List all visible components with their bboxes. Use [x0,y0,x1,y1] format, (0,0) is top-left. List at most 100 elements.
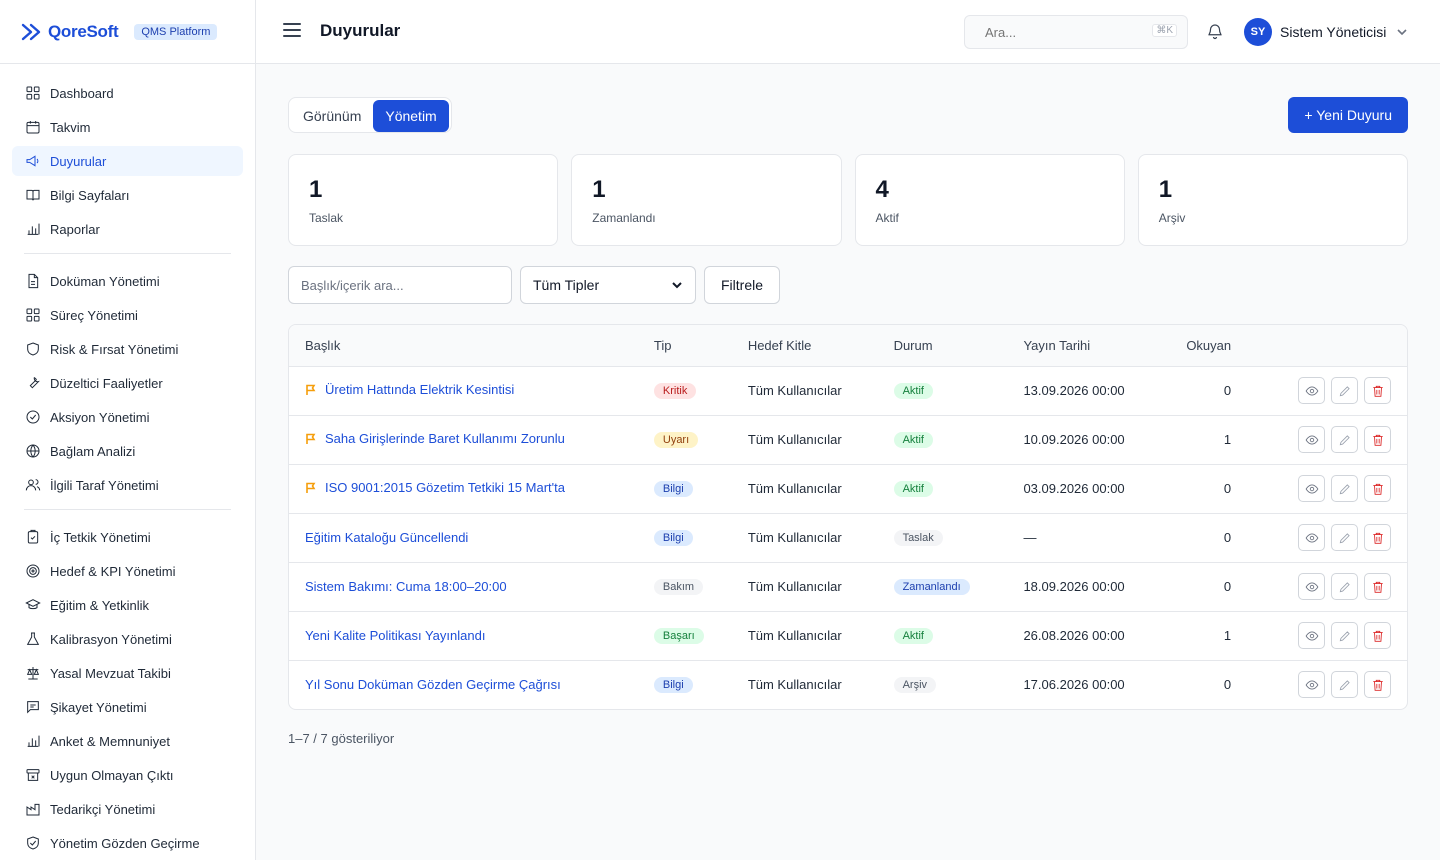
cell-type: Kritik [637,366,732,416]
cell-audience: Tüm Kullanıcılar [731,464,878,514]
sidebar-item-ilgili-taraf-yonetimi[interactable]: İlgili Taraf Yönetimi [12,470,243,500]
user-menu[interactable]: SY Sistem Yöneticisi [1244,18,1408,46]
sidebar-item-anket-memnuniyet[interactable]: Anket & Memnuniyet [12,726,243,756]
menu-toggle-icon[interactable] [283,23,301,41]
type-select[interactable]: Tüm Tipler [520,266,696,304]
table-row: Yıl Sonu Doküman Gözden Geçirme Çağrısı B… [289,660,1407,709]
type-badge: Bakım [653,579,704,595]
avatar: SY [1244,18,1272,46]
cell-title: Eğitim Kataloğu Güncellendi [289,513,638,563]
cell-status: Aktif [877,415,1008,465]
sidebar-item-label: Eğitim & Yetkinlik [50,597,149,613]
cell-status: Aktif [877,611,1008,661]
sidebar-item-label: Anket & Memnuniyet [50,733,170,749]
flask-icon [24,630,42,648]
cell-type: Bilgi [637,513,732,563]
sidebar-item-baglam-analizi[interactable]: Bağlam Analizi [12,436,243,466]
sidebar-item-sikayet-yonetimi[interactable]: Şikayet Yönetimi [12,692,243,722]
sidebar-item-egitim-yetkinlik[interactable]: Eğitim & Yetkinlik [12,590,243,620]
sidebar-divider [24,253,231,254]
cell-audience: Tüm Kullanıcılar [747,677,842,693]
edit-icon[interactable] [1331,475,1358,502]
sidebar-item-duzeltici-faaliyetler[interactable]: Düzeltici Faaliyetler [12,368,243,398]
announcement-title-link[interactable]: Yeni Kalite Politikası Yayınlandı [305,628,485,643]
column-header-status[interactable]: Durum [877,325,1008,367]
delete-icon[interactable] [1364,671,1391,699]
new-announcement-button[interactable]: + Yeni Duyuru [1288,97,1408,133]
status-badge: Aktif [893,628,933,644]
sidebar-item-risk-firsat-yonetimi[interactable]: Risk & Fırsat Yönetimi [12,334,243,364]
global-search[interactable]: ⌘K [964,15,1188,49]
column-header-readers[interactable]: Okuyan [1167,325,1248,367]
sidebar-item-uygun-olmayan-cikti[interactable]: Uygun Olmayan Çıktı [12,760,243,790]
view-icon[interactable] [1298,426,1325,453]
brand[interactable]: QoreSoft QMS Platform [0,0,255,64]
sidebar-item-kalibrasyon-yonetimi[interactable]: Kalibrasyon Yönetimi [12,624,243,654]
view-icon[interactable] [1298,524,1325,551]
announcement-title-link[interactable]: Yıl Sonu Doküman Gözden Geçirme Çağrısı [305,677,561,692]
sidebar-item-ic-tetkik-yonetimi[interactable]: İç Tetkik Yönetimi [12,522,243,552]
column-header-audience[interactable]: Hedef Kitle [731,325,878,367]
column-header-title[interactable]: Başlık [289,325,638,367]
announcement-title-link[interactable]: ISO 9001:2015 Gözetim Tetkiki 15 Mart'ta [305,480,565,495]
delete-icon[interactable] [1364,426,1391,453]
delete-icon[interactable] [1364,622,1391,649]
delete-icon[interactable] [1364,377,1391,404]
tab-gorunum[interactable]: Görünüm [291,100,373,132]
sidebar-item-dashboard[interactable]: Dashboard [12,78,243,108]
announcement-title-link[interactable]: Sistem Bakımı: Cuma 18:00–20:00 [305,579,507,594]
cell-audience: Tüm Kullanıcılar [731,513,878,563]
column-header-date[interactable]: Yayın Tarihi [1007,325,1168,367]
view-icon[interactable] [1298,622,1325,649]
view-icon[interactable] [1298,671,1325,699]
sidebar-item-yasal-mevzuat-takibi[interactable]: Yasal Mevzuat Takibi [12,658,243,688]
type-badge: Uyarı [653,432,699,448]
cell-title: Saha Girişlerinde Baret Kullanımı Zorunl… [289,415,638,465]
stat-label: Zamanlandı [592,211,656,225]
delete-icon[interactable] [1364,573,1391,600]
view-icon[interactable] [1298,475,1325,502]
sidebar-item-takvim[interactable]: Takvim [12,112,243,142]
title-search-input[interactable] [288,266,512,304]
announcement-title-link[interactable]: Üretim Hattında Elektrik Kesintisi [305,382,514,397]
sidebar-item-label: Yönetim Gözden Geçirme [50,835,200,851]
edit-icon[interactable] [1331,524,1358,551]
sidebar-item-hedef-kpi-yonetimi[interactable]: Hedef & KPI Yönetimi [12,556,243,586]
filter-button[interactable]: Filtrele [704,266,781,304]
sidebar-item-aksiyon-yonetimi[interactable]: Aksiyon Yönetimi [12,402,243,432]
grid-icon [24,306,42,324]
delete-icon[interactable] [1364,475,1391,502]
view-icon[interactable] [1298,377,1325,404]
edit-icon[interactable] [1331,671,1358,699]
edit-icon[interactable] [1331,426,1358,453]
bell-icon[interactable] [1206,22,1224,40]
delete-icon[interactable] [1364,524,1391,551]
globe-icon [24,442,42,460]
column-header-type[interactable]: Tip [637,325,732,367]
cell-date: — [1007,513,1168,563]
stats-row: 1 Taslak 1 Zamanlandı 4 Aktif 1 Arşiv [288,154,1408,246]
edit-icon[interactable] [1331,622,1358,649]
sidebar-item-yonetim-gozden-gecirme[interactable]: Yönetim Gözden Geçirme [12,828,243,858]
sidebar-item-dokuman-yonetimi[interactable]: Doküman Yönetimi [12,266,243,296]
sidebar-item-label: İç Tetkik Yönetimi [50,529,151,545]
sidebar-item-label: Bağlam Analizi [50,443,136,459]
search-shortcut: ⌘K [1152,24,1177,37]
edit-icon[interactable] [1331,377,1358,404]
sidebar-item-surec-yonetimi[interactable]: Süreç Yönetimi [12,300,243,330]
announcement-title-link[interactable]: Eğitim Kataloğu Güncellendi [305,530,468,545]
edit-icon[interactable] [1331,573,1358,600]
sidebar-item-bilgi-sayfalari[interactable]: Bilgi Sayfaları [12,180,243,210]
view-icon[interactable] [1298,573,1325,600]
sidebar-item-raporlar[interactable]: Raporlar [12,214,243,244]
sidebar-item-duyurular[interactable]: Duyurular [12,146,243,176]
wrench-icon [24,374,42,392]
announcement-title-link[interactable]: Saha Girişlerinde Baret Kullanımı Zorunl… [305,431,565,446]
cell-actions [1247,415,1407,465]
cell-status: Zamanlandı [877,562,1008,612]
cell-date: 26.08.2026 00:00 [1007,611,1168,661]
tab-yonetim[interactable]: Yönetim [373,100,449,132]
announcement-title: Saha Girişlerinde Baret Kullanımı Zorunl… [325,431,565,447]
sidebar-item-tedarikci-yonetimi[interactable]: Tedarikçi Yönetimi [12,794,243,824]
graduation-cap-icon [24,596,42,614]
